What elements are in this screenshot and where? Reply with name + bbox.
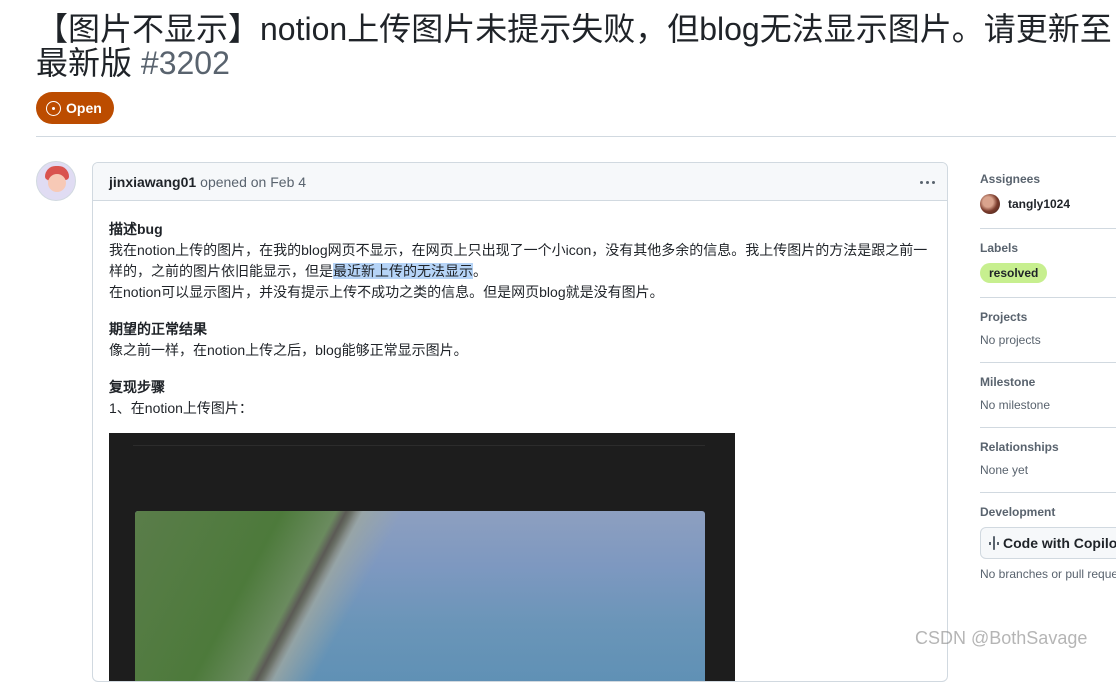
issue-state-label: Open bbox=[66, 100, 102, 116]
csdn-watermark: CSDN @BothSavage bbox=[915, 628, 1088, 648]
issue-opened-icon bbox=[46, 100, 61, 116]
issue-title: 【图片不显示】notion上传图片未提示失败，但blog无法显示图片。请更新至最… bbox=[36, 12, 1116, 80]
copilot-icon bbox=[989, 536, 999, 550]
sidebar-value: None yet bbox=[980, 463, 1029, 477]
sidebar-title[interactable]: Milestone bbox=[980, 375, 1116, 389]
copilot-button-label: Code with Copilot bbox=[1003, 535, 1116, 551]
sidebar-title[interactable]: Development bbox=[980, 505, 1116, 519]
embedded-screenshot[interactable] bbox=[109, 433, 735, 681]
section-text-part: 。 bbox=[473, 263, 487, 279]
section-heading: 描述bug bbox=[109, 221, 163, 237]
section-heading: 复现步骤 bbox=[109, 379, 165, 395]
sidebar-title[interactable]: Relationships bbox=[980, 440, 1116, 454]
assignee-name: tangly1024 bbox=[1008, 197, 1071, 211]
comment-body: 描述bug 我在notion上传的图片，在我的blog网页不显示，在网页上只出现… bbox=[93, 201, 947, 419]
section-text: 1、在notion上传图片： bbox=[109, 400, 253, 416]
header-divider bbox=[36, 136, 1116, 137]
sidebar-labels: Labels resolved bbox=[980, 229, 1116, 298]
comment-header: jinxiawang01 opened on Feb 4 bbox=[93, 163, 947, 201]
label-resolved[interactable]: resolved bbox=[980, 263, 1048, 283]
comment-meta: opened on Feb 4 bbox=[200, 173, 307, 190]
development-note: No branches or pull requests bbox=[980, 567, 1116, 581]
issue-sidebar: Assignees tangly1024 Labels resolved Pro… bbox=[980, 160, 1116, 595]
sidebar-development: Development Code with Copilot No branche… bbox=[980, 493, 1116, 595]
section-expected-result: 期望的正常结果 像之前一样，在notion上传之后，blog能够正常显示图片。 bbox=[109, 319, 931, 361]
issue-state-badge: Open bbox=[36, 92, 114, 124]
sidebar-title[interactable]: Labels bbox=[980, 241, 1116, 255]
sidebar-projects: Projects No projects bbox=[980, 298, 1116, 363]
section-text: 像之前一样，在notion上传之后，blog能够正常显示图片。 bbox=[109, 342, 468, 358]
coastline-photo bbox=[135, 511, 705, 681]
sidebar-value: No milestone bbox=[980, 398, 1051, 412]
highlighted-text: 最近新上传的无法显示 bbox=[333, 263, 473, 279]
sidebar-title[interactable]: Assignees bbox=[980, 172, 1116, 186]
comment-options-icon[interactable] bbox=[917, 172, 937, 192]
sidebar-value: No projects bbox=[980, 333, 1041, 347]
author-avatar[interactable] bbox=[36, 161, 76, 201]
assignee-avatar bbox=[980, 194, 1000, 214]
sidebar-assignees: Assignees tangly1024 bbox=[980, 160, 1116, 229]
issue-number: #3202 bbox=[140, 45, 230, 81]
code-with-copilot-button[interactable]: Code with Copilot bbox=[980, 527, 1116, 559]
section-text: 在notion可以显示图片，并没有提示上传不成功之类的信息。但是网页blog就是… bbox=[109, 284, 664, 300]
sidebar-milestone: Milestone No milestone bbox=[980, 363, 1116, 428]
sidebar-relationships: Relationships None yet bbox=[980, 428, 1116, 493]
section-text: 我在notion上传的图片，在我的blog网页不显示，在网页上只出现了一个小ic… bbox=[109, 240, 931, 282]
sidebar-title[interactable]: Projects bbox=[980, 310, 1116, 324]
comment-author-link[interactable]: jinxiawang01 bbox=[109, 174, 196, 190]
assignee-item[interactable]: tangly1024 bbox=[980, 194, 1116, 214]
issue-comment: jinxiawang01 opened on Feb 4 描述bug 我在not… bbox=[92, 162, 948, 682]
section-repro-steps: 复现步骤 1、在notion上传图片： bbox=[109, 377, 931, 419]
section-heading: 期望的正常结果 bbox=[109, 321, 207, 337]
section-text-part: 我在notion上传的图片，在我的blog网页不显示，在网页上只出现了一个小ic… bbox=[109, 242, 928, 279]
section-bug-description: 描述bug 我在notion上传的图片，在我的blog网页不显示，在网页上只出现… bbox=[109, 219, 931, 303]
